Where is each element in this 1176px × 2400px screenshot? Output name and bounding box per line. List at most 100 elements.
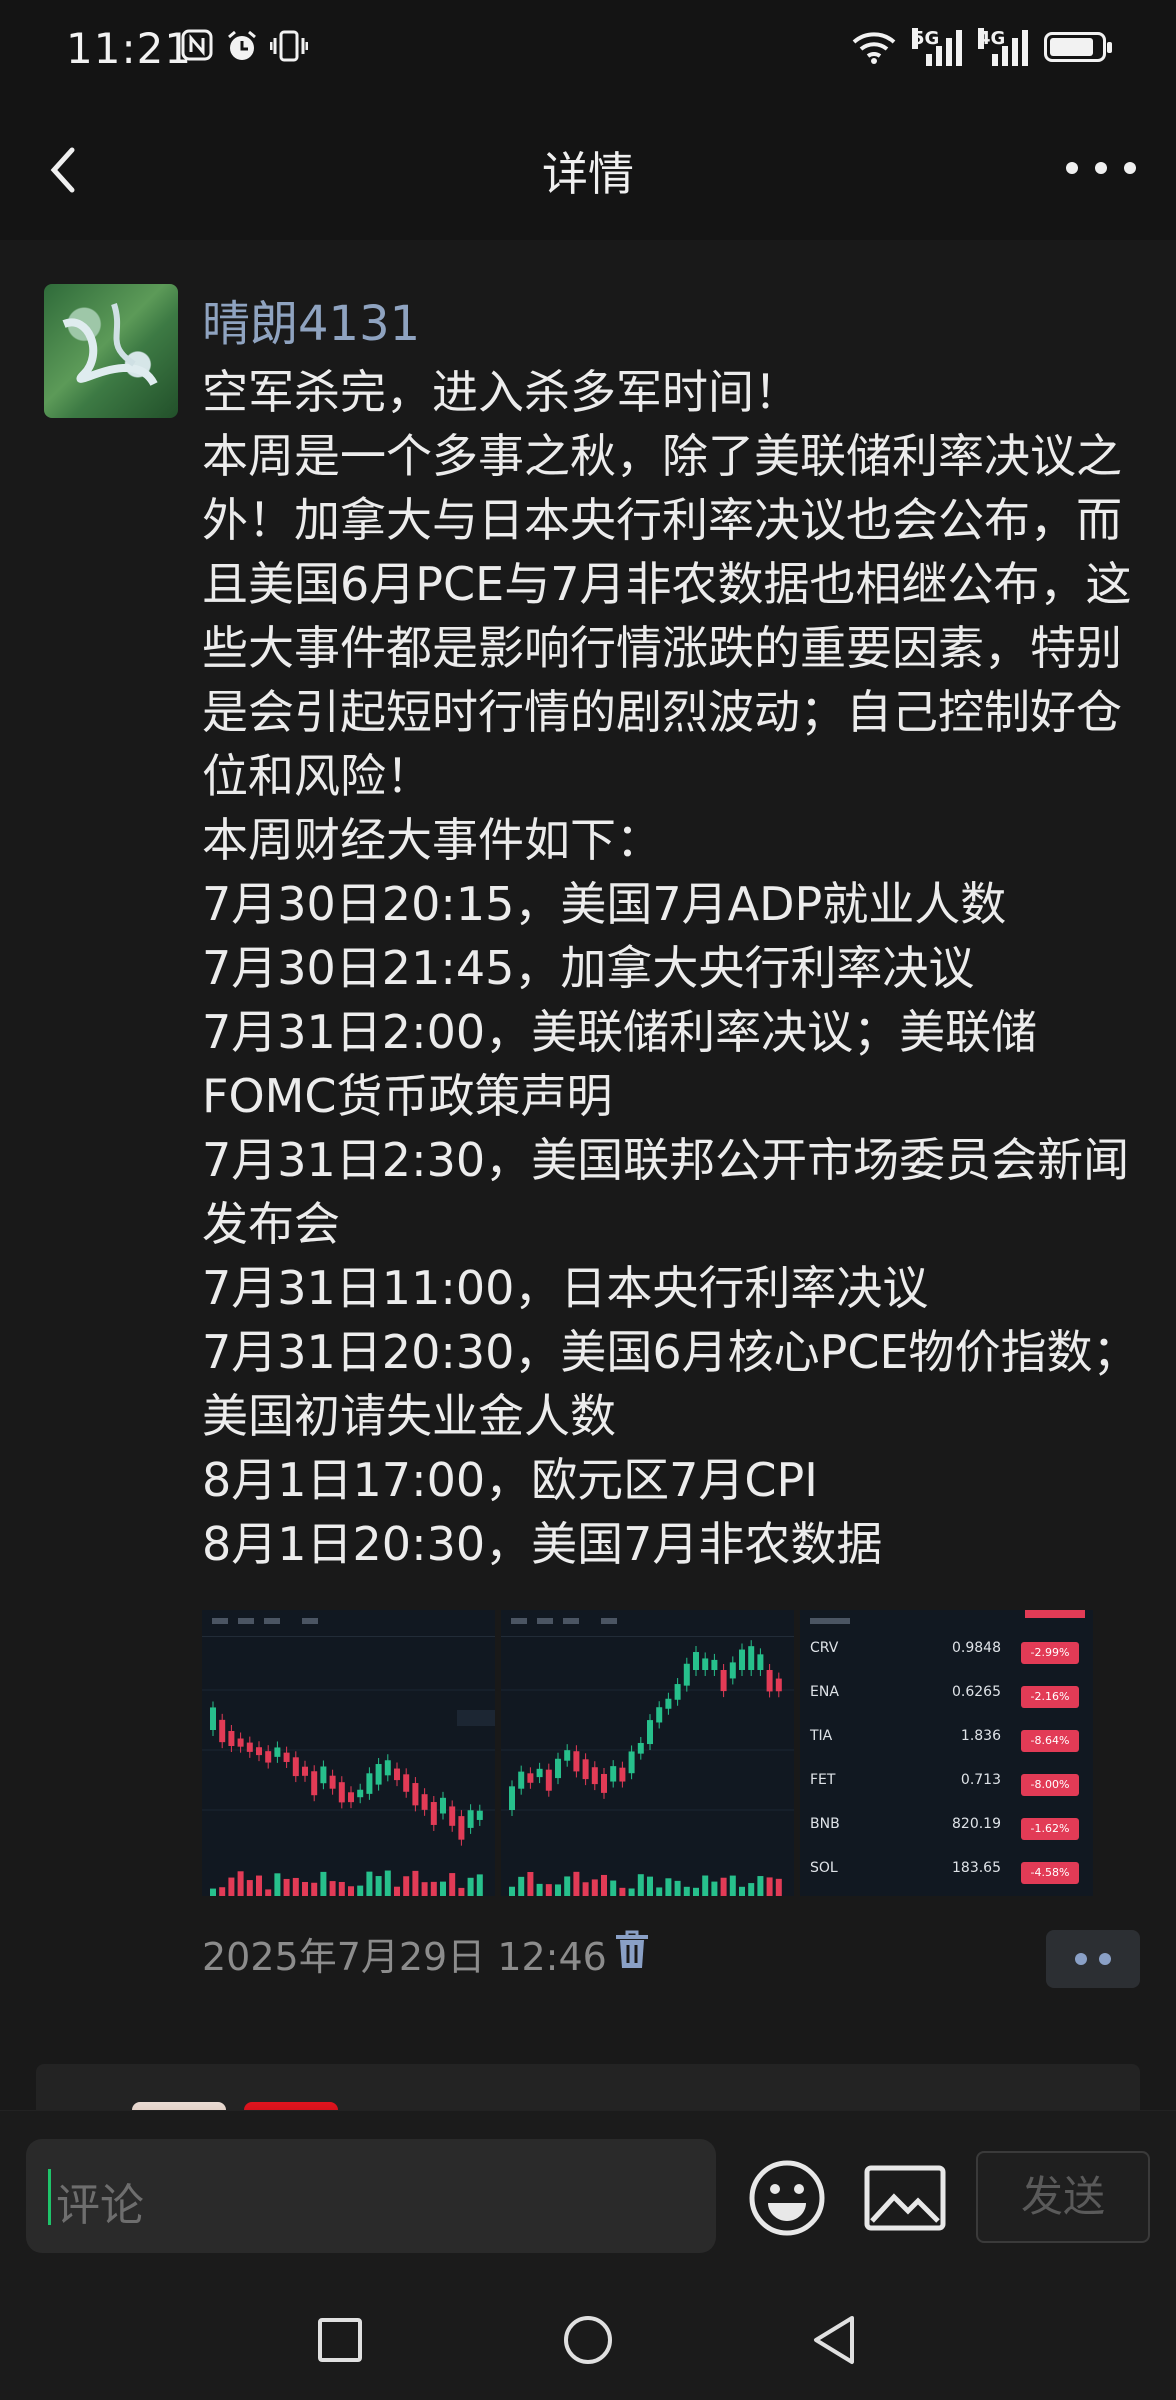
more-button[interactable] [1066, 148, 1136, 188]
ticker-change-badge: -8.64% [1021, 1730, 1079, 1752]
candle-body [210, 1707, 216, 1730]
candle-body [348, 1792, 354, 1803]
volume-bar [555, 1884, 561, 1896]
volume-bar [573, 1871, 580, 1896]
candle-body [219, 1719, 226, 1743]
candle-body [476, 1810, 483, 1820]
volume-bar [656, 1887, 663, 1896]
ticker-row: SOL 183.65 -4.58% [810, 1860, 1085, 1896]
volume-bar [366, 1871, 373, 1896]
candle-body [739, 1649, 745, 1670]
candle-body [246, 1742, 253, 1752]
emoji-button[interactable] [748, 2159, 826, 2237]
candle-body [320, 1766, 327, 1784]
volume-bar [619, 1887, 626, 1896]
volume-bar [320, 1871, 327, 1896]
candle-body [545, 1769, 552, 1791]
avatar[interactable] [44, 284, 178, 418]
image-button[interactable] [864, 2165, 946, 2231]
candle-body [256, 1747, 262, 1756]
ticker-change-badge: -8.00% [1021, 1774, 1079, 1796]
volume-bar [458, 1887, 465, 1896]
candle-body [338, 1782, 345, 1803]
candle-body [458, 1816, 465, 1840]
ticker-price: 0.713 [960, 1772, 1001, 1788]
more-dot [1099, 1953, 1111, 1965]
candle-body [564, 1750, 571, 1761]
ticker-name: FET [810, 1772, 836, 1788]
volume-bar [467, 1877, 474, 1896]
battery-level [1050, 38, 1093, 56]
ticker-price: 0.6265 [952, 1684, 1001, 1700]
volume-bar [637, 1874, 644, 1896]
ticker-price: 820.19 [952, 1816, 1001, 1832]
circle-icon[interactable] [564, 2316, 612, 2364]
candle-body [366, 1773, 373, 1794]
candle-body [412, 1783, 419, 1806]
ticker-name: BNB [810, 1816, 840, 1832]
volume-bar [311, 1882, 318, 1896]
volume-bar [348, 1886, 354, 1896]
post-timestamp: 2025年7月29日 12:46 [202, 1935, 607, 1979]
volume-bar [394, 1886, 400, 1896]
candle-body [720, 1670, 727, 1692]
comment-input[interactable]: 评论 [26, 2139, 716, 2253]
status-bar: 11:21 5G 4G [0, 0, 1176, 100]
post-action-button[interactable] [1046, 1930, 1140, 1988]
comment-placeholder: 评论 [56, 2180, 144, 2231]
post-text: 空军杀完，进入杀多军时间！ 本周是一个多事之秋，除了美联储利率决议之外！加拿大与… [202, 365, 1139, 1571]
status-notification-icons [180, 28, 308, 64]
username[interactable]: 晴朗4131 [202, 284, 420, 354]
avatar-image [62, 303, 158, 387]
ticker-row: CRV 0.9848 -2.99% [810, 1640, 1085, 1684]
volume-bar [729, 1875, 736, 1896]
emoji-icon [749, 2160, 825, 2236]
volume-bar [545, 1884, 552, 1896]
volume-bar [757, 1876, 764, 1896]
candle-body [619, 1767, 626, 1782]
volume-bar [647, 1876, 653, 1896]
volume-bar [601, 1874, 607, 1896]
candle-body [637, 1742, 644, 1754]
volume-bar [476, 1874, 483, 1896]
send-button[interactable]: 发送 [976, 2151, 1150, 2243]
more-icon-dot [1124, 162, 1136, 174]
candle-body [591, 1767, 598, 1785]
square-icon[interactable] [318, 2318, 362, 2362]
volume-bar [610, 1880, 617, 1896]
signal-5g: 5G [912, 28, 962, 66]
system-nav-bar [0, 2270, 1176, 2400]
ticker-row: FET 0.713 -8.00% [810, 1772, 1085, 1816]
candle-body [665, 1698, 672, 1709]
volume-bar [384, 1870, 391, 1896]
volume-bar [536, 1883, 543, 1896]
ticker-name: SOL [810, 1860, 838, 1876]
candle-body [647, 1720, 653, 1745]
comment-bar: 评论 发送 [0, 2110, 1176, 2271]
more-icon-dot [1095, 162, 1107, 174]
delete-button[interactable] [612, 1928, 652, 1972]
image-thumbnail-3[interactable]: CRV 0.9848 -2.99% ENA 0.6265 -2.16% TIA 1.836 -8… [800, 1610, 1093, 1896]
volume-bar [674, 1880, 681, 1896]
volume-bar [430, 1881, 437, 1896]
candle-body [702, 1658, 709, 1670]
ticker-change-badge: -2.16% [1021, 1686, 1079, 1708]
status-right: 5G 4G [852, 28, 1112, 66]
candle-body [430, 1802, 437, 1825]
volume-bar [628, 1888, 635, 1896]
volume-bar [509, 1886, 515, 1896]
candle-body [311, 1771, 318, 1796]
image-thumbnail-1[interactable] [202, 1610, 495, 1896]
signal-4g: 4G [978, 28, 1028, 66]
image-thumbnail-2[interactable] [501, 1610, 794, 1896]
triangle-back-icon[interactable] [808, 2312, 858, 2368]
candle-body [610, 1766, 617, 1782]
more-icon [1066, 162, 1078, 174]
candle-body [237, 1738, 244, 1747]
status-time: 11:21 [66, 24, 193, 73]
candle-body [518, 1771, 525, 1789]
candle-body [775, 1678, 782, 1692]
volume-bar [702, 1875, 709, 1896]
ticker-row: TIA 1.836 -8.64% [810, 1728, 1085, 1772]
candle-body [748, 1646, 755, 1670]
